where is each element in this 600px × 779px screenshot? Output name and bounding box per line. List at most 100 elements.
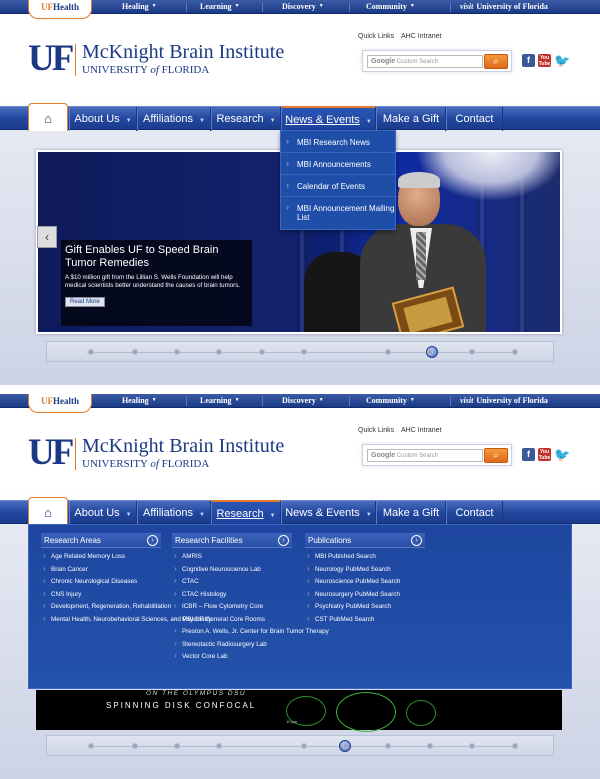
ufhealth-health: Health bbox=[53, 396, 79, 406]
uf-logo[interactable]: UF bbox=[28, 40, 74, 77]
pager-dot[interactable] bbox=[216, 743, 222, 749]
nav-news-events[interactable]: News & Events ▼ bbox=[281, 106, 376, 132]
search-box: Google Custom Search ⌕ bbox=[362, 444, 512, 466]
nav-label: Research bbox=[216, 113, 264, 125]
nav-contact[interactable]: Contact bbox=[446, 107, 503, 131]
mega-menu-link[interactable]: Stereotactic Radiosurgery Lab bbox=[172, 640, 329, 649]
publications-heading[interactable]: Publications › bbox=[305, 533, 425, 548]
google-label: Google bbox=[371, 452, 396, 459]
quick-links-link[interactable]: Quick Links bbox=[358, 33, 394, 40]
divider bbox=[186, 396, 187, 406]
mega-menu-link[interactable]: MBI Publshed Search bbox=[305, 552, 425, 561]
topnav-community[interactable]: Community ▼ bbox=[366, 0, 415, 14]
quick-links-link[interactable]: Quick Links bbox=[358, 427, 394, 434]
pager-dot[interactable] bbox=[132, 349, 138, 355]
pager-dot[interactable] bbox=[88, 349, 94, 355]
pager-dot[interactable] bbox=[132, 743, 138, 749]
pager-dot[interactable] bbox=[259, 349, 265, 355]
pager-dot[interactable] bbox=[385, 743, 391, 749]
slide-title[interactable]: Gift Enables UF to Speed Brain Tumor Rem… bbox=[65, 244, 248, 270]
mega-menu-link[interactable]: Preston A. Wells, Jr. Center for Brain T… bbox=[172, 627, 329, 636]
search-input[interactable]: Google Custom Search bbox=[367, 55, 483, 68]
pager-dot[interactable] bbox=[512, 743, 518, 749]
topnav-healing[interactable]: Healing ▼ bbox=[122, 0, 157, 14]
twitter-icon[interactable]: 🐦 bbox=[554, 54, 570, 67]
ufhealth-logo[interactable]: UFHealth bbox=[28, 0, 92, 19]
dropdown-item[interactable]: MBI Announcements bbox=[281, 153, 397, 175]
pager-dot[interactable] bbox=[469, 743, 475, 749]
nav-label: About Us bbox=[74, 507, 120, 519]
nav-about-us[interactable]: About Us ▼ bbox=[69, 107, 137, 131]
nav-make-a-gift[interactable]: Make a Gift bbox=[376, 107, 446, 131]
topnav-healing[interactable]: Healing ▼ bbox=[122, 394, 157, 408]
topnav-learning[interactable]: Learning ▼ bbox=[200, 394, 240, 408]
facebook-icon[interactable]: f bbox=[522, 54, 535, 67]
pager-dot[interactable] bbox=[301, 349, 307, 355]
nav-label: About Us bbox=[74, 113, 120, 125]
nav-contact[interactable]: Contact bbox=[446, 501, 503, 525]
pager-dot[interactable] bbox=[216, 349, 222, 355]
ahc-intranet-link[interactable]: AHC Intranet bbox=[401, 33, 441, 40]
arrow-right-icon[interactable]: › bbox=[411, 535, 422, 546]
mega-menu-link[interactable]: Vector Core Lab bbox=[172, 652, 329, 661]
pager-dot[interactable] bbox=[88, 743, 94, 749]
research-mega-menu: Research Areas› Age Related Memory LossB… bbox=[28, 524, 572, 689]
twitter-icon[interactable]: 🐦 bbox=[554, 448, 570, 461]
search-button[interactable]: ⌕ bbox=[484, 54, 508, 69]
read-more-button[interactable]: Read More bbox=[65, 297, 105, 307]
slide-caption: Gift Enables UF to Speed Brain Tumor Rem… bbox=[61, 240, 252, 326]
pager-dot[interactable] bbox=[301, 743, 307, 749]
facebook-icon[interactable]: f bbox=[522, 448, 535, 461]
pager-dot[interactable] bbox=[427, 349, 433, 355]
home-icon[interactable]: ⌂ bbox=[28, 497, 68, 525]
mega-menu-link[interactable]: Neurosurgery PubMed Search bbox=[305, 590, 425, 599]
dropdown-item[interactable]: MBI Announcement Mailing List bbox=[281, 197, 397, 231]
mega-menu-link[interactable]: Psychiatry PubMed Search bbox=[305, 602, 425, 611]
pager-dot[interactable] bbox=[427, 743, 433, 749]
slider-prev-icon[interactable]: ‹ bbox=[37, 226, 57, 248]
site-title[interactable]: McKnight Brain Institute bbox=[82, 435, 284, 457]
research-facilities-heading[interactable]: Research Facilities › bbox=[172, 533, 292, 548]
ufhealth-logo[interactable]: UFHealth bbox=[28, 394, 92, 413]
nav-research[interactable]: Research ▼ bbox=[211, 500, 281, 526]
ahc-intranet-link[interactable]: AHC Intranet bbox=[401, 427, 441, 434]
topnav-discovery[interactable]: Discovery ▼ bbox=[282, 394, 324, 408]
pager-dot[interactable] bbox=[512, 349, 518, 355]
nav-affiliations[interactable]: Affiliations ▼ bbox=[137, 501, 211, 525]
heading-label: Research Areas bbox=[44, 536, 101, 545]
pager-dot[interactable] bbox=[174, 743, 180, 749]
nav-about-us[interactable]: About Us ▼ bbox=[69, 501, 137, 525]
pager-dot[interactable] bbox=[469, 349, 475, 355]
topnav-community[interactable]: Community ▼ bbox=[366, 394, 415, 408]
mega-menu-link[interactable]: Neurology PubMed Search bbox=[305, 565, 425, 574]
arrow-right-icon[interactable]: › bbox=[278, 535, 289, 546]
home-icon[interactable]: ⌂ bbox=[28, 103, 68, 131]
research-areas-heading[interactable]: Research Areas › bbox=[41, 533, 161, 548]
nav-make-a-gift[interactable]: Make a Gift bbox=[376, 501, 446, 525]
confocal-line1: ON THE OLYMPUS DSU bbox=[146, 690, 247, 697]
uf-logo[interactable]: UF bbox=[28, 434, 74, 471]
topnav-discovery[interactable]: Discovery ▼ bbox=[282, 0, 324, 14]
search-input[interactable]: Google Custom Search bbox=[367, 449, 483, 462]
site-title[interactable]: McKnight Brain Institute bbox=[82, 41, 284, 63]
dropdown-item[interactable]: Calendar of Events bbox=[281, 175, 397, 197]
mega-menu-link[interactable]: CST PubMed Search bbox=[305, 615, 425, 624]
divider bbox=[349, 396, 350, 406]
nav-research[interactable]: Research ▼ bbox=[211, 107, 281, 131]
youtube-icon[interactable]: You Tube bbox=[538, 54, 551, 67]
pager-dot[interactable] bbox=[385, 349, 391, 355]
pager-dot[interactable] bbox=[343, 743, 349, 749]
dropdown-item[interactable]: MBI Research News bbox=[281, 131, 397, 153]
arrow-right-icon[interactable]: › bbox=[147, 535, 158, 546]
visit-uf-link[interactable]: visit University of Florida bbox=[460, 394, 548, 408]
nav-news-events[interactable]: News & Events ▼ bbox=[281, 501, 376, 525]
visit-uf-link[interactable]: visit University of Florida bbox=[460, 0, 548, 14]
nav-label: News & Events bbox=[285, 114, 360, 126]
topnav-learning[interactable]: Learning ▼ bbox=[200, 0, 240, 14]
mega-menu-link[interactable]: Neuroscience PubMed Search bbox=[305, 577, 425, 586]
nav-affiliations[interactable]: Affiliations ▼ bbox=[137, 107, 211, 131]
ufhealth-health: Health bbox=[53, 2, 79, 12]
search-button[interactable]: ⌕ bbox=[484, 448, 508, 463]
pager-dot[interactable] bbox=[174, 349, 180, 355]
youtube-icon[interactable]: You Tube bbox=[538, 448, 551, 461]
